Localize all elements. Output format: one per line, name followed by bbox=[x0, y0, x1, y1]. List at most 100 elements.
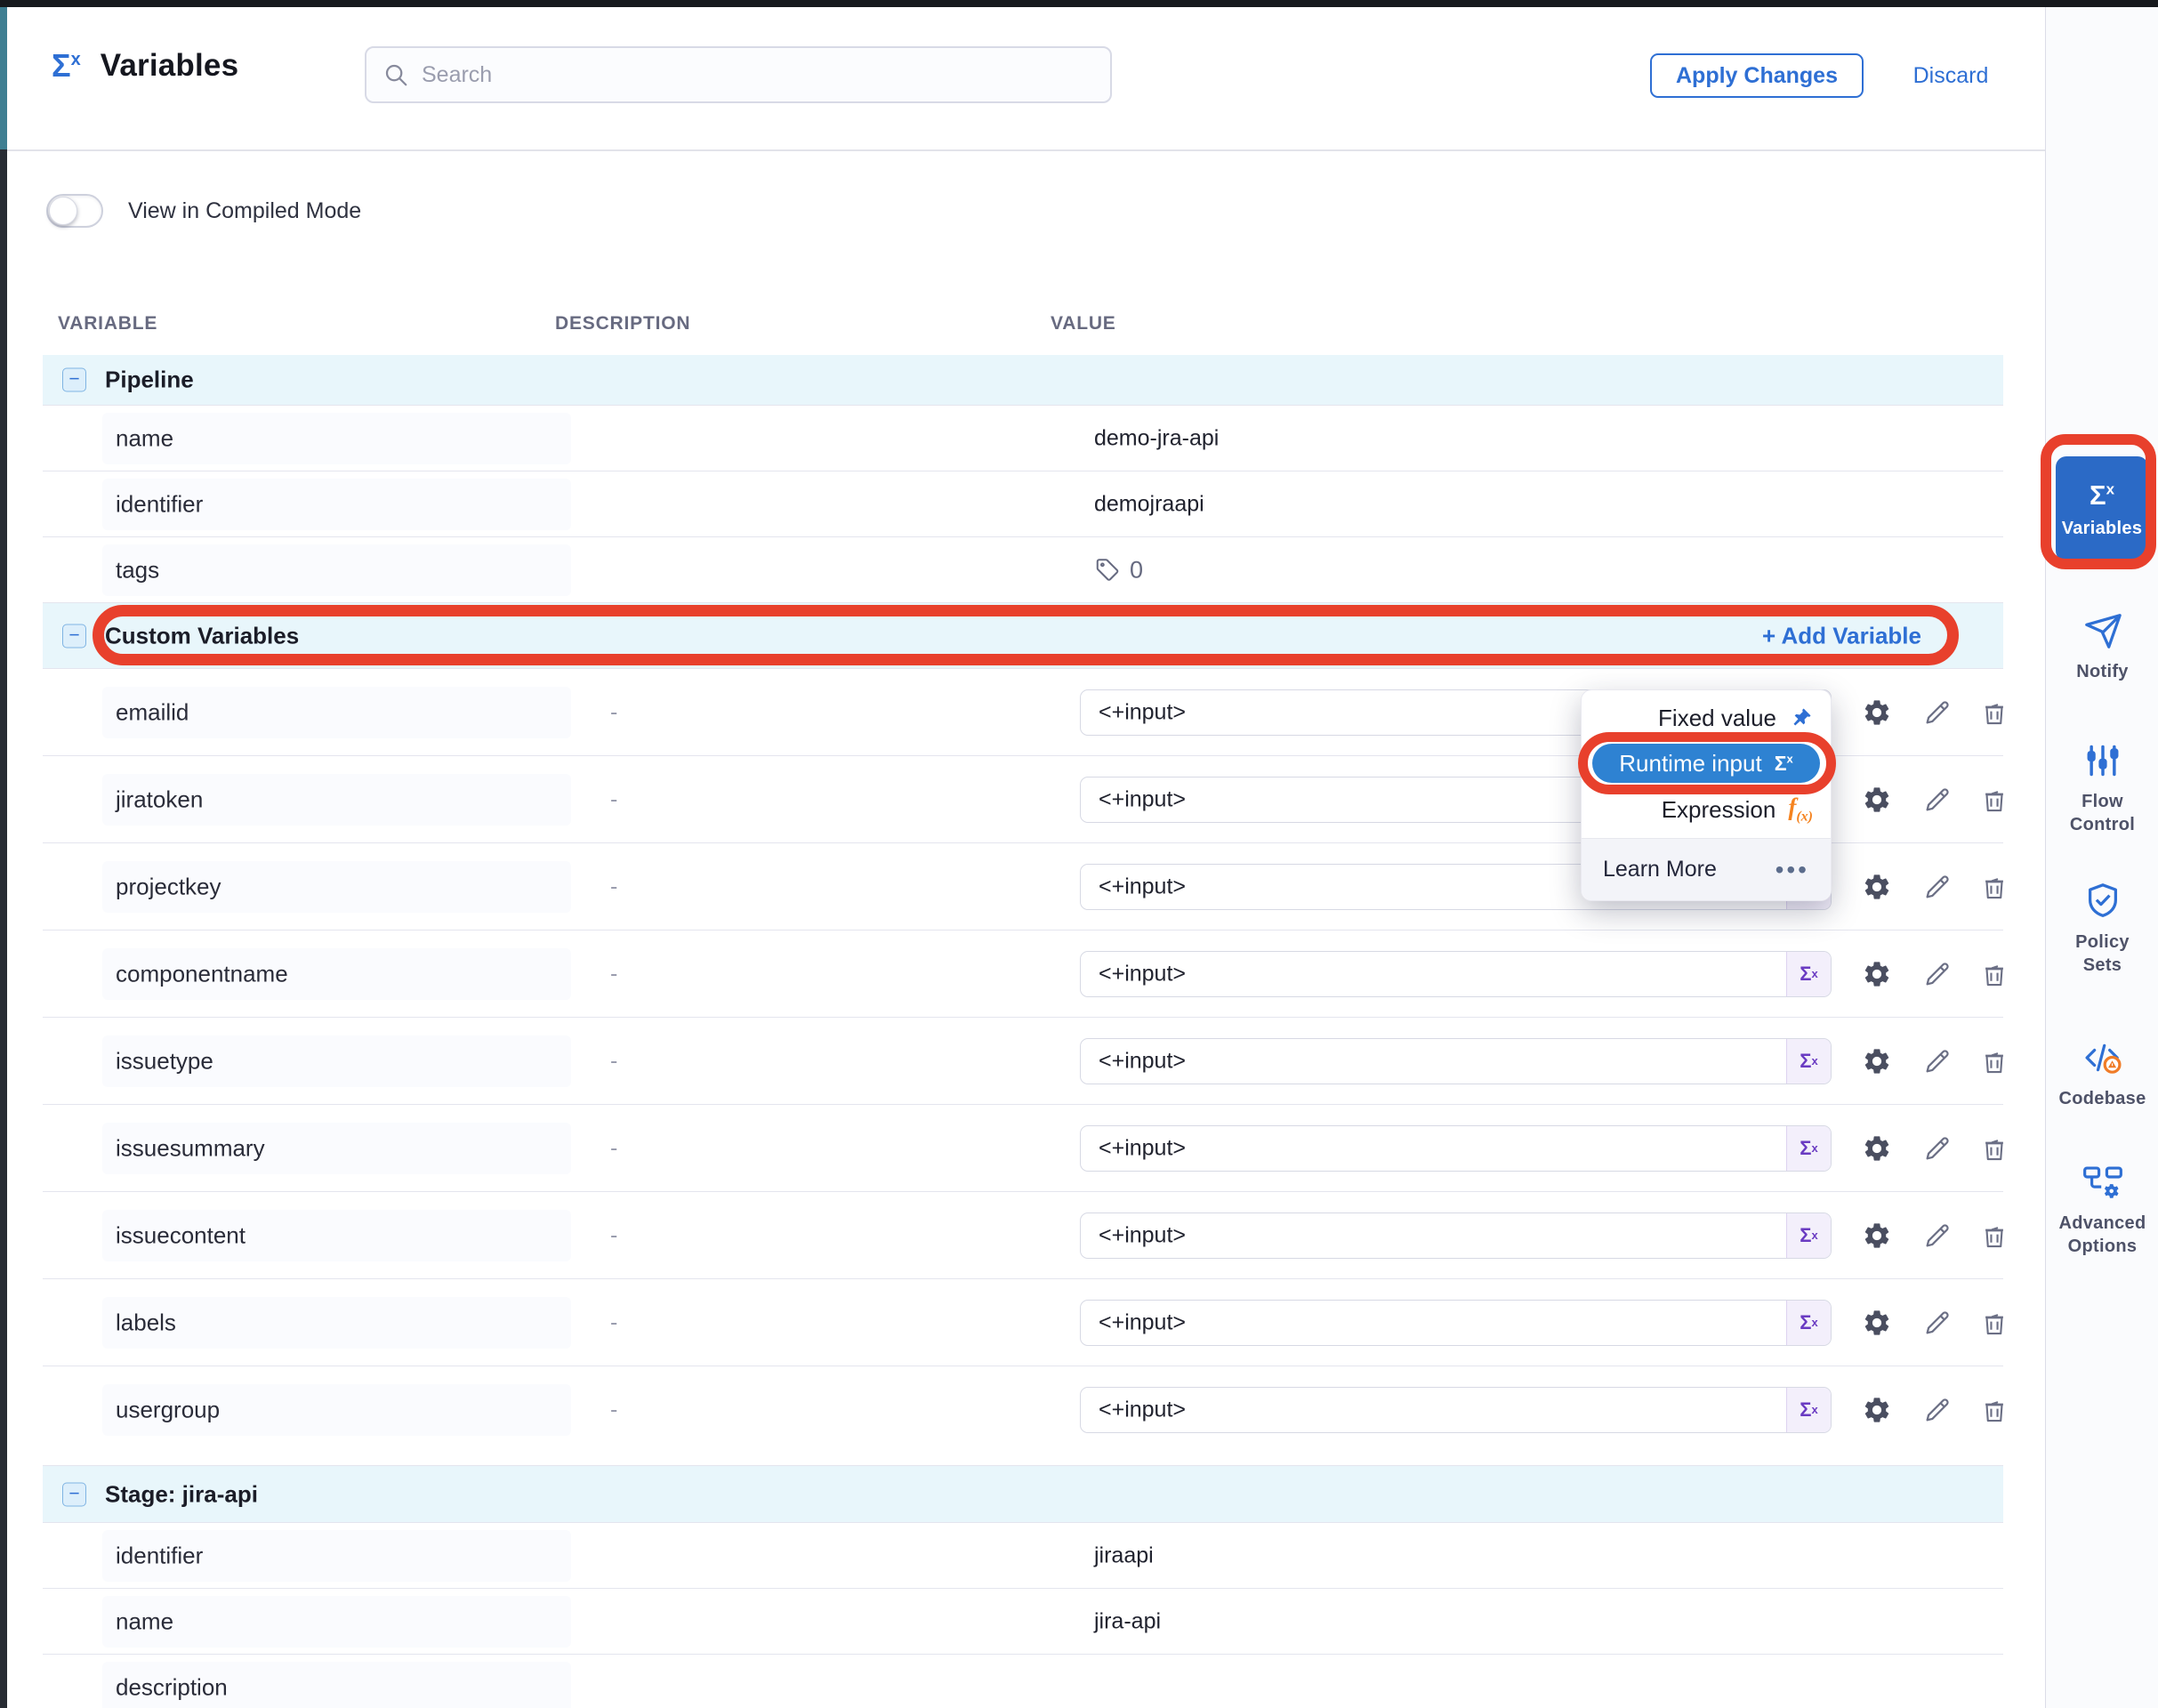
variable-description: - bbox=[610, 874, 617, 899]
table-row-description: description bbox=[43, 1654, 2003, 1708]
value-input[interactable]: <+input> Σx bbox=[1080, 1300, 1832, 1346]
variable-name: identifier bbox=[116, 1542, 203, 1569]
variables-panel: Σx Variables Apply Changes Discard View … bbox=[0, 0, 2158, 1708]
value-input[interactable]: <+input>Σx bbox=[1080, 1387, 1832, 1433]
add-variable-button[interactable]: + Add Variable bbox=[1762, 622, 1921, 649]
variable-name: emailid bbox=[116, 698, 189, 726]
runtime-input-type-button[interactable]: Σx bbox=[1786, 1126, 1831, 1171]
background-page-sliver bbox=[0, 7, 7, 149]
variable-delete-button[interactable] bbox=[1976, 1043, 2013, 1080]
runtime-input-selected-pill[interactable]: Runtime inputΣx bbox=[1592, 744, 1820, 783]
sidebar-tab-flow-control[interactable]: FlowControl bbox=[2046, 738, 2158, 836]
variable-settings-button[interactable] bbox=[1858, 1391, 1896, 1429]
trash-icon bbox=[1979, 1308, 2009, 1338]
gear-icon bbox=[1862, 1221, 1892, 1251]
runtime-input-type-button[interactable]: Σx bbox=[1786, 1388, 1831, 1432]
trash-icon bbox=[1979, 1133, 2009, 1164]
variable-edit-button[interactable] bbox=[1919, 1217, 1956, 1254]
variable-settings-button[interactable] bbox=[1858, 1217, 1896, 1254]
variable-value: 0 bbox=[1094, 556, 1143, 584]
window-top-edge bbox=[0, 0, 2158, 7]
table-row-tags: tags 0 bbox=[43, 536, 2003, 602]
search-field[interactable] bbox=[422, 62, 1044, 88]
variable-delete-button[interactable] bbox=[1976, 1391, 2013, 1429]
trash-icon bbox=[1979, 785, 2009, 815]
variable-delete-button[interactable] bbox=[1976, 1304, 2013, 1341]
variable-settings-button[interactable] bbox=[1858, 1130, 1896, 1167]
variable-name: issuesummary bbox=[116, 1134, 265, 1162]
variable-description: - bbox=[610, 1135, 617, 1161]
variable-settings-button[interactable] bbox=[1858, 781, 1896, 818]
variable-edit-button[interactable] bbox=[1919, 781, 1956, 818]
sidebar-tab-policy-sets[interactable]: PolicySets bbox=[2046, 879, 2158, 977]
gear-icon bbox=[1862, 959, 1892, 989]
variable-edit-button[interactable] bbox=[1919, 1391, 1956, 1429]
variable-name: usergroup bbox=[116, 1396, 220, 1423]
variable-delete-button[interactable] bbox=[1976, 694, 2013, 731]
runtime-input-type-button[interactable]: Σx bbox=[1786, 1039, 1831, 1084]
discard-button[interactable]: Discard bbox=[1897, 53, 2004, 98]
sigma-icon: Σx bbox=[52, 47, 81, 85]
menu-item-fixed-value[interactable]: Fixed value bbox=[1582, 697, 1831, 738]
variable-description: - bbox=[610, 1048, 617, 1074]
sidebar-tab-codebase[interactable]: Codebase bbox=[2046, 1035, 2158, 1110]
variable-edit-button[interactable] bbox=[1919, 955, 1956, 993]
value-input-text: <+input> bbox=[1099, 1309, 1186, 1335]
variable-delete-button[interactable] bbox=[1976, 955, 2013, 993]
menu-item-expression[interactable]: Expressionf(x) bbox=[1582, 788, 1831, 831]
trash-icon bbox=[1979, 1395, 2009, 1425]
value-input[interactable]: <+input> Σx bbox=[1080, 1125, 1832, 1172]
tag-icon bbox=[1094, 557, 1121, 584]
value-input[interactable]: <+input>Σx bbox=[1080, 951, 1832, 997]
variable-edit-button[interactable] bbox=[1919, 1130, 1956, 1167]
value-input[interactable]: <+input> Σx bbox=[1080, 1038, 1832, 1084]
variable-name: jiratoken bbox=[116, 786, 203, 813]
runtime-input-type-button[interactable]: Σx bbox=[1786, 1301, 1831, 1345]
column-header-description: DESCRIPTION bbox=[555, 313, 690, 334]
variable-settings-button[interactable] bbox=[1858, 1304, 1896, 1341]
variable-delete-button[interactable] bbox=[1976, 781, 2013, 818]
pencil-icon bbox=[1922, 1046, 1953, 1076]
variable-settings-button[interactable] bbox=[1858, 1043, 1896, 1080]
collapse-minus-icon[interactable]: − bbox=[62, 1482, 86, 1506]
value-input-text: <+input> bbox=[1099, 1048, 1186, 1074]
runtime-input-type-button[interactable]: Σx bbox=[1786, 952, 1831, 996]
variable-delete-button[interactable] bbox=[1976, 1217, 2013, 1254]
variable-edit-button[interactable] bbox=[1919, 1043, 1956, 1080]
variable-settings-button[interactable] bbox=[1858, 955, 1896, 993]
value-input-text: <+input> bbox=[1099, 1135, 1186, 1161]
pencil-icon bbox=[1922, 697, 1953, 728]
learn-more-button[interactable]: Learn More••• bbox=[1582, 838, 1831, 900]
gear-icon bbox=[1862, 1133, 1892, 1164]
sidebar-tab-advanced-options[interactable]: AdvancedOptions bbox=[2046, 1160, 2158, 1258]
apply-changes-button[interactable]: Apply Changes bbox=[1650, 53, 1864, 98]
variable-settings-button[interactable] bbox=[1858, 694, 1896, 731]
table-row-issuetype: issuetype-<+input>Σx bbox=[43, 1017, 2003, 1104]
sigma-icon: Σx bbox=[2090, 479, 2114, 512]
variable-name: projectkey bbox=[116, 873, 221, 900]
variable-delete-button[interactable] bbox=[1976, 1130, 2013, 1167]
sidebar-tab-notify[interactable]: Notify bbox=[2046, 608, 2158, 683]
runtime-input-type-button[interactable]: Σx bbox=[1786, 1213, 1831, 1258]
variable-delete-button[interactable] bbox=[1976, 868, 2013, 906]
gear-icon bbox=[1862, 1395, 1892, 1425]
sidebar-tab-variables-active[interactable]: ΣxVariables bbox=[2056, 456, 2148, 561]
variable-name: tags bbox=[116, 556, 159, 584]
sigma-icon: Σx bbox=[1775, 752, 1793, 776]
section-title: Stage: jira-api bbox=[105, 1480, 258, 1508]
search-icon bbox=[382, 61, 409, 88]
collapse-minus-icon[interactable]: − bbox=[62, 368, 86, 392]
section-title: Pipeline bbox=[105, 367, 194, 394]
collapse-minus-icon[interactable]: − bbox=[62, 624, 86, 648]
variable-settings-button[interactable] bbox=[1858, 868, 1896, 906]
value-input[interactable]: <+input>Σx bbox=[1080, 1213, 1832, 1259]
section-row-custom-variables: −Custom Variables+ Add Variable bbox=[43, 602, 2003, 668]
variable-name: name bbox=[116, 424, 173, 452]
menu-item-runtime-input[interactable]: Runtime inputΣx bbox=[1582, 738, 1831, 788]
search-input[interactable] bbox=[365, 46, 1112, 103]
variable-edit-button[interactable] bbox=[1919, 868, 1956, 906]
compiled-mode-toggle[interactable] bbox=[46, 194, 103, 228]
variable-edit-button[interactable] bbox=[1919, 694, 1956, 731]
table-row-name: namejira-api bbox=[43, 1588, 2003, 1654]
variable-edit-button[interactable] bbox=[1919, 1304, 1956, 1341]
